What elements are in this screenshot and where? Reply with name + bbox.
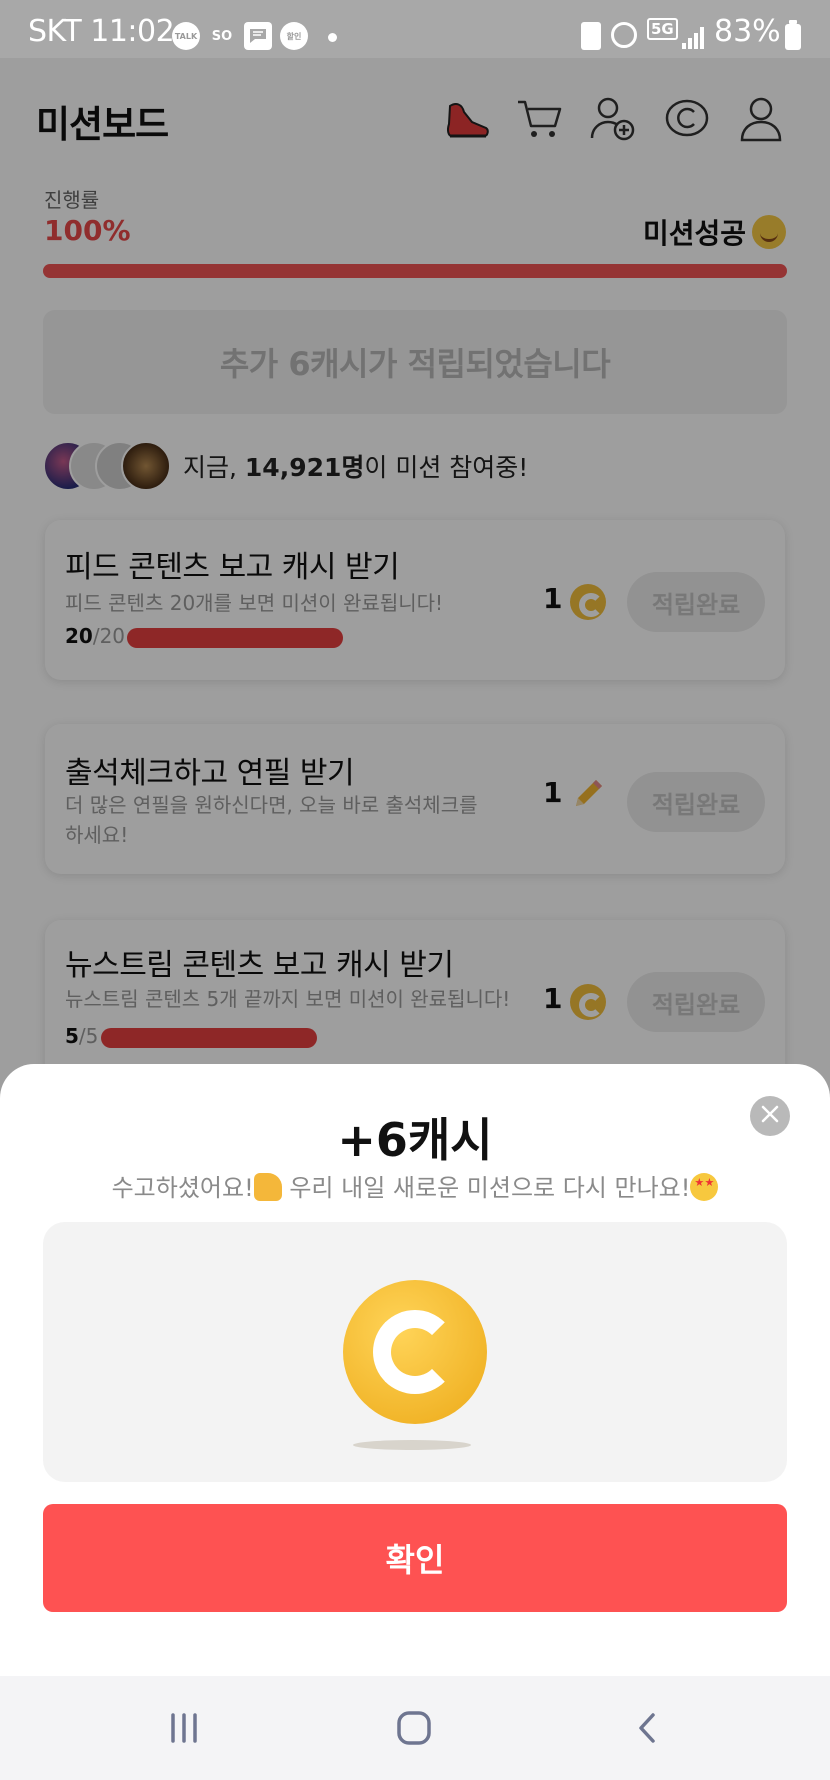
signal-icon [682, 27, 706, 49]
battery-icon [785, 20, 801, 50]
reward-coin-panel [43, 1222, 787, 1482]
system-nav-bar [0, 1676, 830, 1780]
kakaotalk-icon: TALK [172, 22, 200, 50]
reward-bottom-sheet: +6캐시 수고하셨어요! 우리 내일 새로운 미션으로 다시 만나요! 확인 [0, 1064, 830, 1676]
recent-apps-button[interactable] [156, 1700, 212, 1756]
network-5g-icon: 5G [647, 18, 678, 40]
reward-title: +6캐시 [337, 1113, 493, 1167]
discount-icon: 할인 [280, 22, 308, 50]
status-time: SKT 11:02 [28, 14, 175, 49]
battery-percent: 83% [714, 14, 781, 49]
back-button[interactable] [620, 1700, 676, 1756]
so-icon: SO [211, 28, 233, 44]
coin-icon [343, 1280, 487, 1424]
battery-saver-icon [581, 22, 601, 50]
star-eyes-emoji-icon [690, 1173, 719, 1201]
coin-shadow [353, 1440, 471, 1450]
confirm-button[interactable]: 확인 [43, 1504, 787, 1612]
alarm-icon [611, 22, 637, 48]
message-icon [244, 22, 272, 50]
thumbs-up-icon [253, 1173, 282, 1201]
home-button[interactable] [386, 1700, 442, 1756]
status-bar: SKT 11:02 TALK SO 할인 5G 83% [0, 0, 830, 58]
reward-message: 수고하셨어요! 우리 내일 새로운 미션으로 다시 만나요! [0, 1168, 830, 1203]
more-notifications-dot [328, 33, 337, 42]
